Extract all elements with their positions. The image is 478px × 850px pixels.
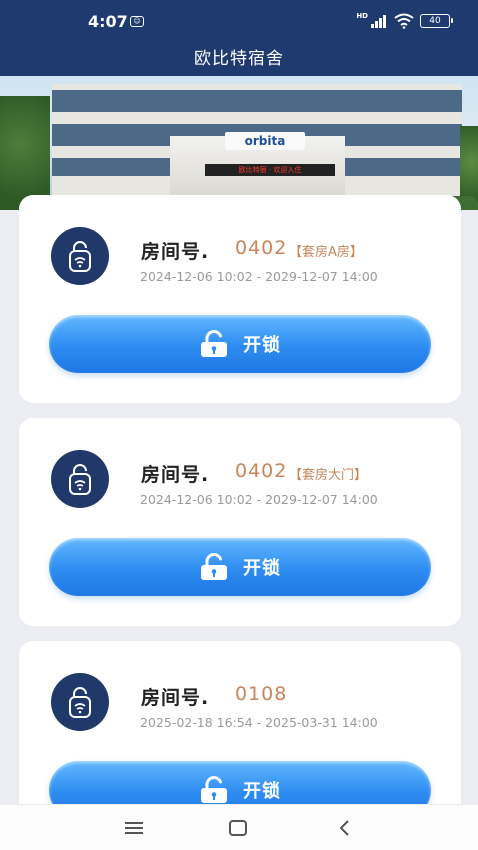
room-card: 房间号. 0402 【套房A房】 2024-12-06 10:02 - 2029… [19, 195, 461, 403]
unlock-button-label: 开锁 [243, 781, 281, 802]
door-lock-wifi-icon [51, 673, 109, 731]
app-header: 4:07 ☺ HD 40 欧比特宿舍 [0, 0, 478, 76]
page-title: 欧比特宿舍 [194, 49, 284, 69]
unlocked-padlock-icon [201, 776, 227, 803]
unlocked-padlock-icon [201, 553, 227, 580]
room-type: 【套房大门】 [289, 468, 368, 483]
room-number-label: 房间号. [141, 464, 210, 486]
room-number-label: 房间号. [141, 687, 210, 709]
status-indicators: HD 40 [356, 12, 453, 30]
banner-tree [0, 96, 50, 210]
status-bar: 4:07 ☺ HD 40 [0, 0, 478, 40]
room-card: 房间号. 0402 【套房大门】 2024-12-06 10:02 - 2029… [19, 418, 461, 626]
dormitory-banner-image: orbita 欧比特宿 · 欢迎入住 [0, 76, 478, 210]
room-type: 【套房A房】 [289, 245, 363, 260]
home-square-icon[interactable] [226, 817, 250, 839]
system-navigation-bar [0, 804, 478, 850]
banner-logo: orbita [225, 132, 305, 150]
unlock-button[interactable]: 开锁 [49, 315, 431, 373]
room-number-label: 房间号. [141, 241, 210, 263]
room-validity-period: 2024-12-06 10:02 - 2029-12-07 14:00 [140, 269, 378, 284]
unlock-button[interactable]: 开锁 [49, 538, 431, 596]
back-chevron-icon[interactable] [332, 817, 356, 839]
door-lock-wifi-icon [51, 450, 109, 508]
unlock-button-label: 开锁 [243, 558, 281, 579]
unlock-button-label: 开锁 [243, 335, 281, 356]
signal-icon [371, 15, 386, 28]
status-time: 4:07 [88, 12, 128, 31]
wifi-icon [394, 13, 414, 29]
notification-app-icon: ☺ [130, 16, 144, 27]
door-lock-wifi-icon [51, 227, 109, 285]
battery-icon: 40 [420, 14, 453, 28]
room-number: 0402 [235, 460, 288, 482]
room-validity-period: 2025-02-18 16:54 - 2025-03-31 14:00 [140, 715, 378, 730]
unlocked-padlock-icon [201, 330, 227, 357]
banner-window-row [52, 90, 462, 112]
room-validity-period: 2024-12-06 10:02 - 2029-12-07 14:00 [140, 492, 378, 507]
room-number: 0402 [235, 237, 288, 259]
menu-icon[interactable] [122, 817, 146, 839]
hd-label: HD [356, 12, 368, 20]
banner-led-sign: 欧比特宿 · 欢迎入住 [205, 164, 335, 176]
room-number: 0108 [235, 683, 288, 705]
